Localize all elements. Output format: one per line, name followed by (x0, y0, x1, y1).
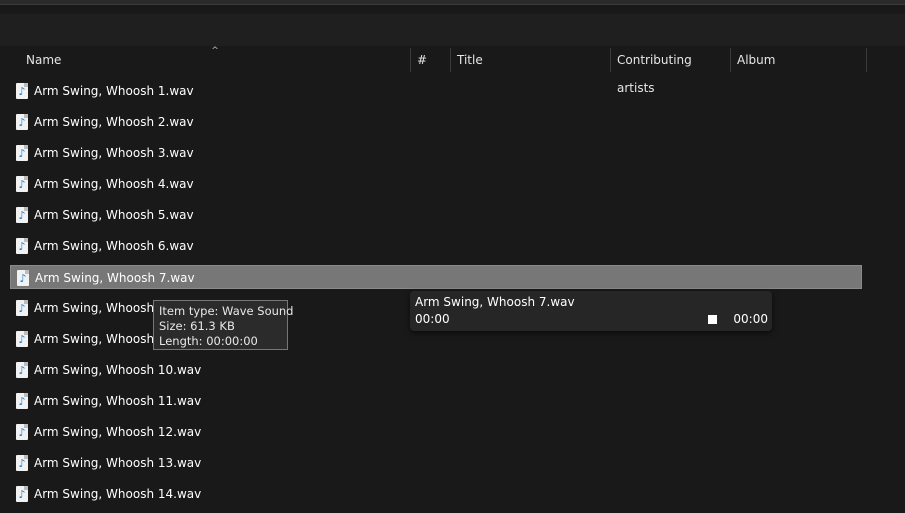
audio-file-icon: ♪ (16, 83, 28, 99)
audio-file-icon: ♪ (16, 486, 28, 502)
audio-file-icon: ♪ (16, 362, 28, 378)
player-total-time: 00:00 (733, 312, 768, 326)
music-note-icon: ♪ (18, 426, 26, 439)
file-name: Arm Swing, Whoosh 11.wav (34, 394, 202, 408)
file-row[interactable]: ♪ Arm Swing, Whoosh 14.wav (10, 482, 862, 506)
column-header-album[interactable]: Album (737, 46, 862, 74)
column-header: Name ^ # Title Contributing artists Albu… (0, 46, 905, 95)
file-name: Arm Swing, Whoosh 4.wav (34, 177, 194, 191)
tooltip-item-type: Item type: Wave Sound (159, 304, 294, 318)
column-header-number[interactable]: # (417, 46, 447, 74)
music-note-icon: ♪ (18, 457, 26, 470)
music-note-icon: ♪ (18, 488, 26, 501)
audio-file-icon: ♪ (17, 270, 29, 286)
file-row[interactable]: ♪ Arm Swing, Whoosh 13.wav (10, 451, 862, 475)
column-header-title[interactable]: Title (457, 46, 607, 74)
toolbar (0, 14, 905, 46)
music-note-icon: ♪ (18, 147, 26, 160)
column-divider[interactable] (730, 48, 731, 72)
stop-icon[interactable] (708, 315, 717, 324)
file-row[interactable]: ♪ Arm Swing, Whoosh 5.wav (10, 203, 862, 227)
file-name: Arm Swing, Whoosh 13.wav (34, 456, 202, 470)
file-name: Arm Swing, Whoosh 5.wav (34, 208, 194, 222)
file-name: Arm Swing, Whoosh 7.wav (35, 271, 195, 285)
music-note-icon: ♪ (18, 240, 26, 253)
window-top-bar (0, 0, 905, 5)
file-row[interactable]: ♪ Arm Swing, Whoosh 3.wav (10, 141, 862, 165)
file-row[interactable]: ♪ Arm Swing, Whoosh 7.wav (10, 265, 862, 289)
music-note-icon: ♪ (18, 85, 26, 98)
file-name: Arm Swing, Whoosh 8. (34, 301, 170, 315)
file-row[interactable]: ♪ Arm Swing, Whoosh 6.wav (10, 234, 862, 258)
music-note-icon: ♪ (18, 364, 26, 377)
file-name: Arm Swing, Whoosh 6.wav (34, 239, 194, 253)
column-divider[interactable] (610, 48, 611, 72)
column-header-contributing-artists[interactable]: Contributing artists (617, 46, 729, 95)
file-name: Arm Swing, Whoosh 9. (34, 332, 170, 346)
file-name: Arm Swing, Whoosh 12.wav (34, 425, 202, 439)
audio-file-icon: ♪ (16, 114, 28, 130)
audio-file-icon: ♪ (16, 331, 28, 347)
file-name: Arm Swing, Whoosh 10.wav (34, 363, 202, 377)
column-divider[interactable] (866, 48, 867, 72)
file-row[interactable]: ♪ Arm Swing, Whoosh 11.wav (10, 389, 862, 413)
file-name: Arm Swing, Whoosh 14.wav (34, 487, 202, 501)
file-row[interactable]: ♪ Arm Swing, Whoosh 2.wav (10, 110, 862, 134)
audio-file-icon: ♪ (16, 238, 28, 254)
audio-file-icon: ♪ (16, 455, 28, 471)
file-row[interactable]: ♪ Arm Swing, Whoosh 1.wav (10, 79, 862, 103)
audio-file-icon: ♪ (16, 424, 28, 440)
column-divider[interactable] (410, 48, 411, 72)
music-note-icon: ♪ (19, 272, 27, 285)
music-note-icon: ♪ (18, 178, 26, 191)
music-note-icon: ♪ (18, 395, 26, 408)
audio-file-icon: ♪ (16, 207, 28, 223)
file-row[interactable]: ♪ Arm Swing, Whoosh 10.wav (10, 358, 862, 382)
sort-ascending-icon: ^ (211, 46, 219, 56)
player-current-time: 00:00 (415, 312, 450, 326)
file-name: Arm Swing, Whoosh 1.wav (34, 84, 194, 98)
tooltip-length: Length: 00:00:00 (159, 334, 258, 348)
file-name: Arm Swing, Whoosh 3.wav (34, 146, 194, 160)
music-note-icon: ♪ (18, 116, 26, 129)
audio-file-icon: ♪ (16, 300, 28, 316)
file-row[interactable]: ♪ Arm Swing, Whoosh 4.wav (10, 172, 862, 196)
audio-file-icon: ♪ (16, 145, 28, 161)
music-note-icon: ♪ (18, 209, 26, 222)
player-file-title: Arm Swing, Whoosh 7.wav (415, 295, 575, 309)
column-divider[interactable] (450, 48, 451, 72)
music-note-icon: ♪ (18, 302, 26, 315)
audio-preview-player: Arm Swing, Whoosh 7.wav 00:00 00:00 (410, 291, 772, 331)
audio-file-icon: ♪ (16, 176, 28, 192)
audio-file-icon: ♪ (16, 393, 28, 409)
file-info-tooltip: Item type: Wave Sound Size: 61.3 KB Leng… (153, 300, 294, 350)
file-row[interactable]: ♪ Arm Swing, Whoosh 12.wav (10, 420, 862, 444)
file-name: Arm Swing, Whoosh 2.wav (34, 115, 194, 129)
music-note-icon: ♪ (18, 333, 26, 346)
tooltip-size: Size: 61.3 KB (159, 319, 235, 333)
